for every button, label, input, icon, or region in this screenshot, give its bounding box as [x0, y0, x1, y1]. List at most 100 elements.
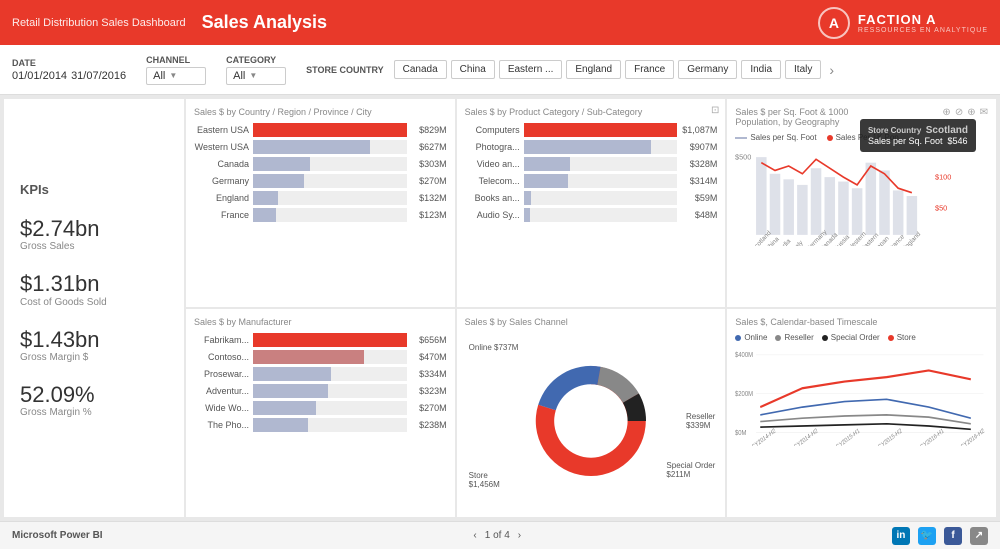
bar-canada: Canada $303M [194, 157, 447, 171]
page-nav-left[interactable]: ‹ [473, 530, 476, 541]
geo-icons: ⊕ ⊘ ⊕ ✉ [942, 107, 988, 118]
svg-text:CY2016-H2: CY2016-H2 [960, 428, 985, 446]
country-btn-italy[interactable]: Italy [785, 60, 821, 79]
country-btn-germany[interactable]: Germany [678, 60, 737, 79]
kpi-gross-margin-value: $1.43bn [20, 328, 100, 352]
bar-eastern-usa: Eastern USA $829M [194, 123, 447, 137]
country-btn-england[interactable]: England [566, 60, 621, 79]
kpi-gross-margin-label: Gross Margin $ [20, 352, 100, 363]
geo-panel: Sales $ per Sq. Foot & 1000 Population, … [727, 99, 996, 307]
geo-legend-sqft: Sales per Sq. Foot [735, 133, 816, 142]
bar-contoso: Contoso... $470M [194, 350, 447, 364]
svg-text:CY2016-H1: CY2016-H1 [920, 428, 945, 446]
kpi-margin-pct-label: Gross Margin % [20, 407, 95, 418]
channel-dropdown[interactable]: All ▼ [146, 67, 206, 85]
twitter-icon[interactable]: 🐦 [918, 527, 936, 545]
svg-text:$500: $500 [735, 152, 751, 161]
bar-england: England $132M [194, 191, 447, 205]
footer-nav: ‹ 1 of 4 › [473, 530, 521, 541]
bar-western-usa: Western USA $627M [194, 140, 447, 154]
header-title: Sales Analysis [202, 12, 327, 33]
bar-adventure: Adventur... $323M [194, 384, 447, 398]
bar-telecom: Telecom... $314M [465, 174, 718, 188]
donut-svg [511, 351, 671, 491]
kpi-cogs-label: Cost of Goods Sold [20, 297, 107, 308]
category-label: Category [226, 55, 286, 65]
share-icon[interactable]: ↗ [970, 527, 988, 545]
bar-wideworld: Wide Wo... $270M [194, 401, 447, 415]
bar-video: Video an... $328M [465, 157, 718, 171]
date-filter: Date 01/01/2014 31/07/2016 [12, 58, 126, 82]
bar-france: France $123M [194, 208, 447, 222]
svg-text:CY2015-H1: CY2015-H1 [836, 428, 861, 446]
manufacturer-panel: Sales $ by Manufacturer Fabrikam... $656… [186, 309, 455, 517]
legend-store: Store [888, 333, 916, 342]
country-btn-china[interactable]: China [451, 60, 495, 79]
svg-text:$200M: $200M [735, 390, 753, 398]
svg-text:$100: $100 [935, 172, 951, 181]
geo-icon2[interactable]: ⊘ [955, 107, 963, 118]
manufacturer-title: Sales $ by Manufacturer [194, 317, 447, 327]
donut-area: Online $737M Reseller$339M Special Order… [465, 333, 718, 509]
legend-specialorder: Special Order [822, 333, 880, 342]
channel-filter[interactable]: Channel All ▼ [146, 55, 206, 85]
kpi-gross-sales-value: $2.74bn [20, 217, 100, 241]
country-btn-eastern[interactable]: Eastern ... [499, 60, 563, 79]
bar-germany: Germany $270M [194, 174, 447, 188]
legend-online: Online [735, 333, 767, 342]
category-dropdown[interactable]: All ▼ [226, 67, 286, 85]
country-nav-right[interactable]: › [825, 60, 838, 80]
country-btn-india[interactable]: India [741, 60, 781, 79]
country-region-bars: Eastern USA $829M Western USA $627M Cana… [194, 123, 447, 222]
bar-thepho: The Pho... $238M [194, 418, 447, 432]
geo-expand-icon[interactable]: ✉ [980, 107, 988, 118]
page-nav-right[interactable]: › [518, 530, 521, 541]
kpi-margin-pct-value: 52.09% [20, 383, 95, 407]
kpi-gross-sales-label: Gross Sales [20, 241, 100, 252]
filter-bar: Date 01/01/2014 31/07/2016 Channel All ▼… [0, 45, 1000, 95]
country-btn-canada[interactable]: Canada [394, 60, 447, 79]
logo-name: FACTION A [858, 12, 988, 27]
footer: Microsoft Power BI ‹ 1 of 4 › in 🐦 f ↗ [0, 521, 1000, 549]
country-region-panel: Sales $ by Country / Region / Province /… [186, 99, 455, 307]
logo-text-block: FACTION A RESSOURCES EN ANALYTIQUE [858, 12, 988, 34]
expand-icon[interactable]: ⊡ [711, 105, 719, 116]
header-subtitle: Retail Distribution Sales Dashboard [12, 17, 186, 29]
kpi-title: KPIs [20, 182, 49, 197]
date-from: 01/01/2014 [12, 70, 67, 82]
legend-reseller: Reseller [775, 333, 813, 342]
kpi-gross-sales: $2.74bn Gross Sales [20, 217, 100, 252]
scotland-tooltip: Store Country Scotland Sales per Sq. Foo… [860, 119, 976, 152]
svg-text:India: India [778, 238, 793, 246]
bar-computers: Computers $1,087M [465, 123, 718, 137]
linkedin-icon[interactable]: in [892, 527, 910, 545]
geo-icon1[interactable]: ⊕ [942, 107, 950, 118]
donut-label-reseller: Reseller$339M [686, 412, 715, 430]
country-btn-france[interactable]: France [625, 60, 674, 79]
bar-proseware: Prosewar... $334M [194, 367, 447, 381]
manufacturer-bars: Fabrikam... $656M Contoso... $470M Prose… [194, 333, 447, 432]
timescale-svg: $400M $200M $0M CY2014-H2 CY2014-H2 CY20… [735, 346, 988, 446]
logo-sub: RESSOURCES EN ANALYTIQUE [858, 27, 988, 34]
country-region-title: Sales $ by Country / Region / Province /… [194, 107, 447, 117]
header: Retail Distribution Sales Dashboard Sale… [0, 0, 1000, 45]
geo-chart-svg: $500 $100 $50 Scotland China India Italy… [735, 146, 988, 246]
header-logo: A FACTION A RESSOURCES EN ANALYTIQUE [818, 7, 988, 39]
tooltip-label2: Sales per Sq. Foot [868, 136, 943, 146]
sales-channel-title: Sales $ by Sales Channel [465, 317, 718, 327]
timescale-legend: Online Reseller Special Order Store [735, 333, 988, 342]
geo-icon3[interactable]: ⊕ [967, 107, 975, 118]
product-category-bars: Computers $1,087M Photogra... $907M Vide… [465, 123, 718, 222]
footer-brand: Microsoft Power BI [12, 530, 103, 541]
kpi-cogs-value: $1.31bn [20, 272, 107, 296]
channel-label: Channel [146, 55, 206, 65]
store-country-label: Store Country [306, 65, 384, 75]
main-grid: KPIs $2.74bn Gross Sales $1.31bn Cost of… [0, 95, 1000, 521]
kpi-margin-pct: 52.09% Gross Margin % [20, 383, 95, 418]
sales-channel-panel: Sales $ by Sales Channel Online $737M Re… [457, 309, 726, 517]
category-filter[interactable]: Category All ▼ [226, 55, 286, 85]
svg-text:$400M: $400M [735, 351, 753, 359]
facebook-icon[interactable]: f [944, 527, 962, 545]
svg-text:$50: $50 [935, 203, 947, 212]
channel-arrow: ▼ [169, 71, 177, 80]
